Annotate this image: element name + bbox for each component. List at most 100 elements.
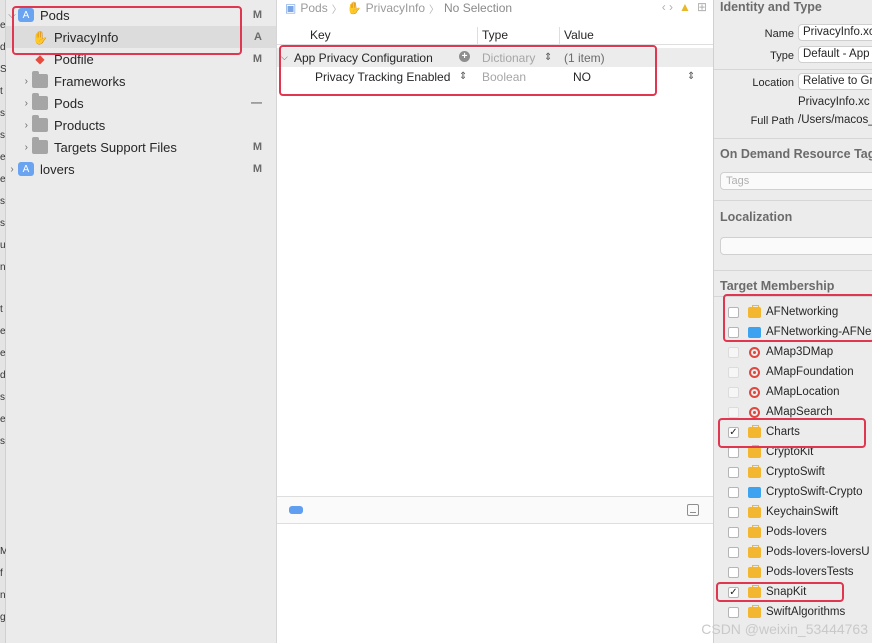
target-checkbox[interactable] <box>728 566 739 578</box>
target-row[interactable]: Pods-loversTests <box>728 562 854 582</box>
nav-item-frameworks[interactable]: › Frameworks <box>6 70 276 92</box>
plist-value[interactable]: NO <box>573 70 591 84</box>
clipped-text: u <box>0 240 6 251</box>
target-row[interactable]: SwiftAlgorithms <box>728 602 845 622</box>
target-name: AMap3DMap <box>766 346 834 358</box>
chevron-right-icon: 〉 <box>429 4 440 16</box>
type-popup[interactable]: Default - App <box>798 46 872 63</box>
back-forward-arrows[interactable]: ‹ › <box>662 0 673 14</box>
key-column-header[interactable]: Key <box>310 28 331 42</box>
tags-field[interactable]: Tags <box>720 172 872 190</box>
nav-item-privacyinfo[interactable]: ✋ PrivacyInfo A <box>6 26 276 48</box>
target-checkbox[interactable] <box>728 386 739 398</box>
disclosure-closed-icon[interactable]: › <box>6 142 32 153</box>
folder-icon <box>32 137 48 154</box>
target-checkbox-checked[interactable]: ✓ <box>728 586 739 598</box>
target-checkbox[interactable] <box>728 506 739 518</box>
plist-type[interactable]: Boolean <box>482 70 526 84</box>
target-checkbox[interactable] <box>728 346 739 358</box>
nav-item-podfile[interactable]: ◆ Podfile M <box>6 48 276 70</box>
clipped-text: g <box>0 612 6 623</box>
type-stepper-icon[interactable]: ⇕ <box>544 52 552 63</box>
nav-item-products[interactable]: › Products <box>6 114 276 136</box>
nav-item-targets-support-files[interactable]: › Targets Support Files M <box>6 136 276 158</box>
panel-toggle-icon[interactable] <box>687 504 699 516</box>
disclosure-closed-icon[interactable]: › <box>6 164 18 175</box>
nav-item-label: Pods <box>54 95 84 111</box>
section-title: On Demand Resource Tag <box>720 147 872 161</box>
target-row[interactable]: AMapLocation <box>728 382 840 402</box>
target-row[interactable]: CryptoSwift-Crypto <box>728 482 863 502</box>
add-row-icon[interactable]: + <box>459 51 470 62</box>
bundle-icon <box>749 406 760 418</box>
target-checkbox[interactable] <box>728 546 739 558</box>
disclosure-closed-icon[interactable]: › <box>6 120 32 131</box>
target-checkbox-checked[interactable]: ✓ <box>728 426 739 438</box>
folder-icon <box>32 93 48 110</box>
target-checkbox[interactable] <box>728 306 739 318</box>
project-navigator: ⌵ A Pods M ✋ PrivacyInfo A ◆ Podfile M ›… <box>0 0 277 643</box>
add-editor-button[interactable]: ⊞ <box>697 0 707 14</box>
jump-bar: ▣ Pods 〉 ✋ PrivacyInfo 〉 No Selection ‹ … <box>277 0 713 16</box>
name-field[interactable]: PrivacyInfo.xc <box>798 24 872 41</box>
target-row[interactable]: ✓ Charts <box>728 422 800 442</box>
clipped-text: t <box>0 86 3 97</box>
disclosure-open-icon[interactable]: ⌵ <box>281 52 288 63</box>
plist-type[interactable]: Dictionary <box>482 51 535 65</box>
disclosure-closed-icon[interactable]: › <box>6 98 32 109</box>
clipped-text: e <box>0 326 6 337</box>
target-row[interactable]: CryptoSwift <box>728 462 825 482</box>
key-stepper-icon[interactable]: ⇕ <box>459 71 467 82</box>
breadcrumb-item[interactable]: PrivacyInfo <box>366 1 425 15</box>
target-row[interactable]: AMap3DMap <box>728 342 833 362</box>
location-label: Location <box>752 77 794 89</box>
target-row[interactable]: AFNetworking-AFNe <box>728 322 871 342</box>
target-row[interactable]: AMapSearch <box>728 402 832 422</box>
static-library-icon <box>748 584 761 598</box>
target-checkbox[interactable] <box>728 486 739 498</box>
target-row[interactable]: CryptoKit <box>728 442 813 462</box>
target-checkbox[interactable] <box>728 466 739 478</box>
localize-button[interactable] <box>720 237 872 255</box>
breadcrumb-item[interactable]: No Selection <box>444 1 512 15</box>
clipped-text: s <box>0 130 5 141</box>
target-name: Pods-lovers <box>766 526 827 538</box>
target-checkbox[interactable] <box>728 366 739 378</box>
static-library-icon <box>748 424 761 438</box>
watermark-text: CSDN @weixin_53444763 <box>701 621 868 637</box>
target-checkbox[interactable] <box>728 406 739 418</box>
nav-item-pods-project[interactable]: ⌵ A Pods M <box>6 4 276 26</box>
warning-icon[interactable]: ▲ <box>679 0 691 14</box>
nav-item-lovers-project[interactable]: › A lovers M <box>6 158 276 180</box>
clipped-text: s <box>0 218 5 229</box>
value-column-header[interactable]: Value <box>564 28 594 42</box>
plist-key[interactable]: Privacy Tracking Enabled <box>315 70 450 84</box>
minimap-toggle-icon[interactable] <box>289 506 303 514</box>
breadcrumb-item[interactable]: Pods <box>300 1 327 15</box>
target-row[interactable]: KeychainSwift <box>728 502 838 522</box>
scm-status-badge: — <box>251 97 262 109</box>
target-name: AMapSearch <box>766 406 833 418</box>
location-filename: PrivacyInfo.xc <box>798 96 870 108</box>
target-name: AFNetworking-AFNe <box>766 326 872 338</box>
value-stepper-icon[interactable]: ⇕ <box>687 71 695 82</box>
target-checkbox[interactable] <box>728 326 739 338</box>
project-icon: A <box>18 8 34 22</box>
target-checkbox[interactable] <box>728 606 739 618</box>
disclosure-open-icon[interactable]: ⌵ <box>6 10 18 21</box>
nav-item-pods-group[interactable]: › Pods — <box>6 92 276 114</box>
plist-row-child[interactable]: Privacy Tracking Enabled ⇕ Boolean NO ⇕ <box>277 67 713 86</box>
disclosure-closed-icon[interactable]: › <box>6 76 32 87</box>
target-row[interactable]: AFNetworking <box>728 302 838 322</box>
type-column-header[interactable]: Type <box>482 28 508 42</box>
target-checkbox[interactable] <box>728 526 739 538</box>
target-row[interactable]: Pods-lovers-loversU <box>728 542 870 562</box>
clipped-text: s <box>0 392 5 403</box>
target-checkbox[interactable] <box>728 446 739 458</box>
target-row[interactable]: Pods-lovers <box>728 522 827 542</box>
target-row[interactable]: ✓ SnapKit <box>728 582 806 602</box>
target-name: SnapKit <box>766 586 807 598</box>
location-popup[interactable]: Relative to Gr <box>798 73 872 90</box>
plist-row-root[interactable]: ⌵ App Privacy Configuration + Dictionary… <box>277 48 713 67</box>
target-row[interactable]: AMapFoundation <box>728 362 854 382</box>
